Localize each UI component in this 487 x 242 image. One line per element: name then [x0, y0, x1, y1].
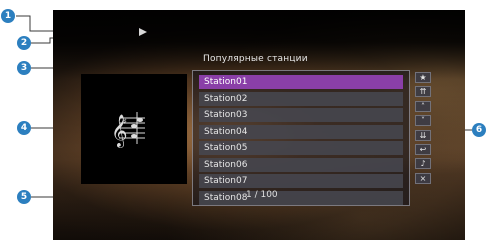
- page-up-icon[interactable]: ⇈: [415, 86, 431, 98]
- album-art: 𝄞 ♯: [81, 74, 187, 184]
- up-icon[interactable]: ˄: [415, 100, 431, 112]
- close-icon[interactable]: ×: [415, 172, 431, 184]
- station-item[interactable]: Station03: [199, 108, 403, 122]
- music-score-icon: 𝄞 ♯: [111, 112, 145, 148]
- down-icon[interactable]: ˅: [415, 115, 431, 127]
- station-item[interactable]: Station07: [199, 174, 403, 188]
- star-icon[interactable]: ★: [415, 72, 431, 83]
- play-icon: [139, 28, 147, 36]
- screen-title: Популярные станции: [203, 54, 308, 64]
- callout-badge: 1: [1, 9, 15, 23]
- callout-badge: 5: [17, 190, 31, 204]
- station-item[interactable]: Station05: [199, 141, 403, 155]
- callout-badge: 3: [17, 61, 31, 75]
- control-menu: ★ ⇈ ˄ ˅ ⇊ ↩ ♪ ×: [413, 72, 437, 192]
- music-icon[interactable]: ♪: [415, 158, 431, 170]
- root: Популярные станции 𝄞 ♯ Station01 Station…: [0, 0, 487, 242]
- svg-text:♯: ♯: [123, 117, 127, 126]
- station-list: Station01 Station02 Station03 Station04 …: [199, 75, 403, 207]
- station-list-panel: Station01 Station02 Station03 Station04 …: [192, 70, 410, 206]
- tv-screen: Популярные станции 𝄞 ♯ Station01 Station…: [53, 10, 465, 240]
- station-item[interactable]: Station01: [199, 75, 403, 89]
- station-item[interactable]: Station02: [199, 91, 403, 106]
- callout-badge: 4: [17, 121, 31, 135]
- callout-badge: 2: [17, 36, 31, 50]
- callout-badge: 6: [472, 123, 486, 137]
- station-item[interactable]: Station06: [199, 157, 403, 172]
- station-item[interactable]: Station04: [199, 124, 403, 139]
- return-icon[interactable]: ↩: [415, 143, 431, 155]
- page-down-icon[interactable]: ⇊: [415, 129, 431, 141]
- page-indicator: 1 / 100: [246, 190, 278, 200]
- station-item[interactable]: Station08: [199, 190, 403, 205]
